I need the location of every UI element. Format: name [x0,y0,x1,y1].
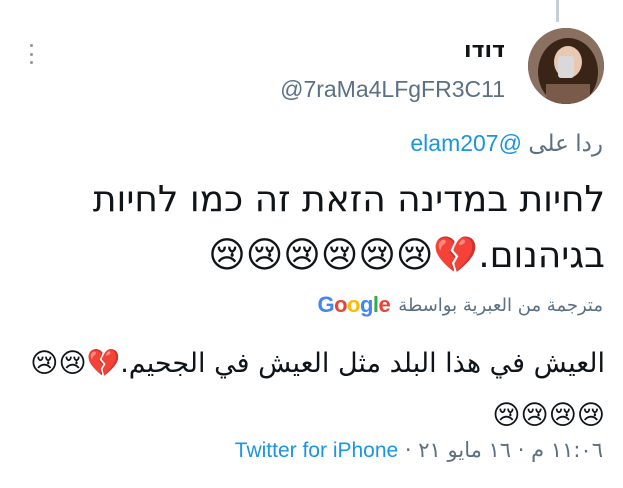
tweet-text: לחיות במדינה הזאת זה כמו לחיות בגיהנום.💔… [92,179,605,276]
thread-line [556,0,559,22]
more-options-icon[interactable] [26,44,36,64]
tweet-meta: ١١:٠٦ م · ١٦ مايو ٢١ · Twitter for iPhon… [235,438,603,463]
translation-attribution: مترجمة من العبرية بواسطة Google [317,292,603,318]
translation-label: مترجمة من العبرية بواسطة [398,294,603,316]
reply-context: ردا على @elam207 [410,130,603,157]
source-link[interactable]: Twitter for iPhone [235,439,398,462]
display-name[interactable]: דודו [464,38,505,63]
avatar[interactable] [528,28,604,104]
user-handle[interactable]: @7raMa4LFgFR3C11 [280,76,505,103]
reply-mention-link[interactable]: @elam207 [410,130,522,156]
translated-text: العيش في هذا البلد مثل العيش في الجحيم.💔… [30,348,605,431]
timestamp-link[interactable]: ١١:٠٦ م · ١٦ مايو ٢١ [418,438,603,462]
avatar-image [528,28,604,104]
google-logo: Google [317,292,391,317]
meta-separator: · [404,438,412,462]
reply-prefix: ردا على [528,130,603,156]
